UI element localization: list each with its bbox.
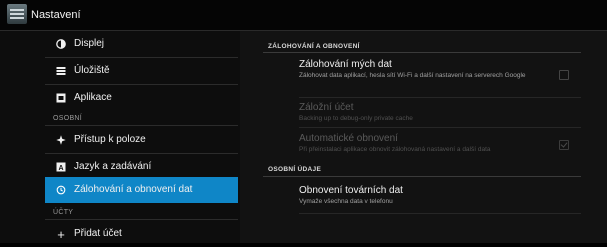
pref-title: Automatické obnovení: [299, 133, 398, 144]
pref-summary: Zálohovat data aplikací, hesla sítí Wi-F…: [299, 72, 526, 79]
sidebar-item-label: Zálohování a obnovení dat: [74, 184, 193, 195]
sidebar-item-backup-reset[interactable]: Zálohování a obnovení dat: [45, 177, 238, 203]
display-icon: [55, 38, 67, 50]
pref-factory-reset[interactable]: Obnovení továrních dat Vymaže všechna da…: [263, 185, 581, 211]
sidebar-item-label: Displej: [74, 38, 105, 49]
title-bar: Nastavení: [0, 0, 607, 31]
pref-auto-restore: Automatické obnovení Při přeinstalaci ap…: [263, 133, 581, 159]
pref-summary: Backing up to debug-only private cache: [299, 115, 413, 122]
storage-icon: [55, 65, 67, 77]
sidebar-item-add-account[interactable]: + Přidat účet: [45, 221, 238, 247]
backup-checkbox[interactable]: [559, 70, 569, 80]
auto-restore-checkbox: [559, 140, 569, 150]
section-divider: [263, 176, 581, 177]
section-header-accounts: ÚČTY: [53, 209, 74, 216]
location-icon: [55, 134, 67, 146]
divider: [299, 97, 581, 98]
sidebar-item-label: Aplikace: [74, 92, 112, 103]
svg-text:A: A: [58, 165, 63, 172]
main-panel: ZÁLOHOVÁNÍ A OBNOVENÍ Zálohování mých da…: [240, 31, 607, 243]
sidebar-item-label: Úložiště: [74, 65, 110, 76]
sidebar-item-display[interactable]: Displej: [45, 31, 238, 57]
plus-icon: +: [57, 226, 65, 242]
section-divider: [263, 52, 581, 53]
pref-backup-account: Záložní účet Backing up to debug-only pr…: [263, 102, 581, 126]
section-header-personal: OSOBNÍ: [53, 115, 83, 122]
pref-summary: Při přeinstalaci aplikace obnovit záloho…: [299, 146, 491, 153]
settings-app-icon[interactable]: [7, 4, 27, 24]
backup-icon: [55, 184, 67, 196]
pref-title: Obnovení továrních dat: [299, 185, 403, 196]
apps-icon: [55, 92, 67, 104]
section-header-backup: ZÁLOHOVÁNÍ A OBNOVENÍ: [268, 43, 360, 50]
sidebar: Displej Úložiště Aplikace OSOBNÍ Přístup…: [0, 31, 240, 243]
divider: [299, 213, 581, 214]
section-header-personal-data: OSOBNÍ ÚDAJE: [268, 166, 322, 173]
pref-title: Zálohování mých dat: [299, 59, 392, 70]
sidebar-item-label: Přidat účet: [74, 228, 122, 239]
divider: [45, 125, 238, 126]
sidebar-item-label: Přístup k poloze: [74, 134, 146, 145]
divider: [45, 219, 238, 220]
divider: [299, 127, 581, 128]
pref-title: Záložní účet: [299, 102, 354, 113]
sidebar-item-label: Jazyk a zadávání: [74, 161, 152, 172]
sidebar-item-location[interactable]: Přístup k poloze: [45, 127, 238, 153]
sidebar-item-apps[interactable]: Aplikace: [45, 85, 238, 111]
language-icon: A: [55, 161, 67, 173]
pref-backup-my-data[interactable]: Zálohování mých dat Zálohovat data aplik…: [263, 59, 581, 95]
pref-summary: Vymaže všechna data v telefonu: [299, 198, 393, 205]
sidebar-item-storage[interactable]: Úložiště: [45, 58, 238, 84]
window-title: Nastavení: [31, 9, 81, 21]
